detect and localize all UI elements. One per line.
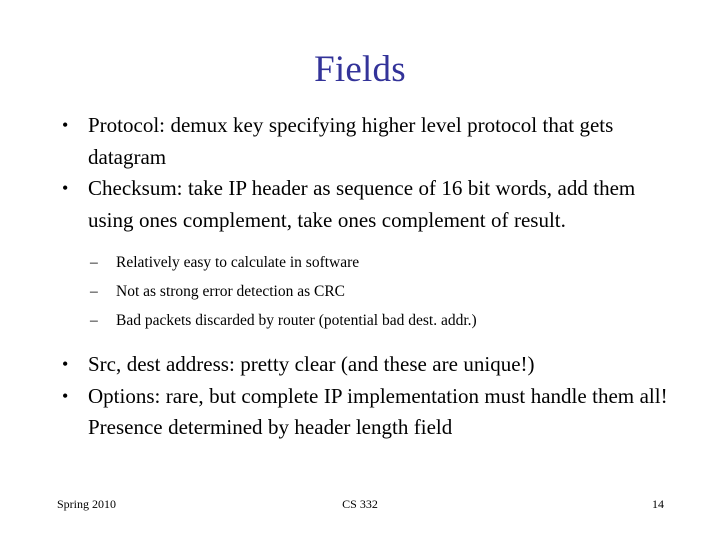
slide-footer: Spring 2010 CS 332 14 <box>0 492 720 516</box>
sub-list-item-label: Not as strong error detection as CRC <box>116 283 346 300</box>
list-item-label: Checksum: take IP header as sequence of … <box>88 176 641 232</box>
sub-list-item-label: Relatively easy to calculate in software <box>116 254 360 271</box>
dash-bullet-icon: – <box>90 283 98 300</box>
bullet-icon: • <box>62 385 69 406</box>
list-item: • Src, dest address: pretty clear (and t… <box>56 349 668 381</box>
bullet-icon: • <box>62 115 69 135</box>
sub-list-item: – Not as strong error detection as CRC <box>56 277 668 306</box>
list-item-label: Options: rare, but complete IP implement… <box>88 383 679 440</box>
list-item-label: Protocol: demux key specifying higher le… <box>88 113 619 169</box>
slide-number: 14 <box>652 497 664 511</box>
list-item: • Protocol: demux key specifying higher … <box>56 110 668 173</box>
sub-list-item: – Bad packets discarded by router (poten… <box>56 306 668 335</box>
footer-course-label: CS 332 <box>342 497 378 511</box>
slide: Fields • Protocol: demux key specifying … <box>0 0 720 540</box>
sub-list-item-label: Bad packets discarded by router (potenti… <box>116 312 477 329</box>
list-item: • Options: rare, but complete IP impleme… <box>56 381 668 444</box>
sub-list: – Relatively easy to calculate in softwa… <box>56 248 668 335</box>
dash-bullet-icon: – <box>90 254 98 271</box>
slide-body: • Protocol: demux key specifying higher … <box>56 110 668 444</box>
sub-list-item: – Relatively easy to calculate in softwa… <box>56 248 668 277</box>
page-title: Fields <box>314 49 406 90</box>
bullet-icon: • <box>62 178 69 198</box>
list-item: • Checksum: take IP header as sequence o… <box>56 173 668 236</box>
list-item-label: Src, dest address: pretty clear (and the… <box>88 352 535 376</box>
bullet-icon: • <box>62 354 69 374</box>
dash-bullet-icon: – <box>90 312 98 329</box>
